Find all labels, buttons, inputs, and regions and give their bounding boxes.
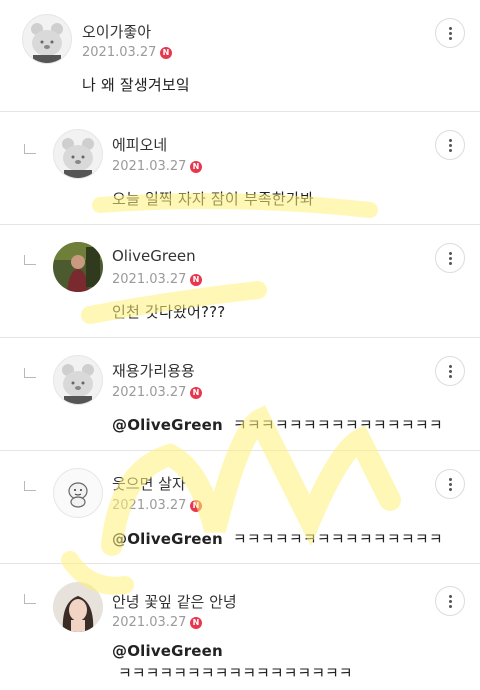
new-badge: N: [190, 500, 202, 512]
comment-date: 2021.03.27: [82, 45, 157, 60]
new-badge: N: [160, 47, 172, 59]
comment-text: @OliveGreen ㅋㅋㅋㅋㅋㅋㅋㅋㅋㅋㅋㅋㅋㅋㅋ: [112, 414, 443, 435]
reply-item: OliveGreen 2021.03.27 N 인천 갓다왔어???: [0, 225, 480, 338]
comment-date: 2021.03.27: [112, 159, 187, 174]
new-badge: N: [190, 617, 202, 629]
new-badge: N: [190, 387, 202, 399]
reply-item: 웃으면 살자 2021.03.27 N @OliveGreen ㅋㅋㅋㅋㅋㅋㅋㅋㅋ…: [0, 451, 480, 564]
mention-link[interactable]: @OliveGreen: [112, 416, 223, 434]
comment-message: ㅋㅋㅋㅋㅋㅋㅋㅋㅋㅋㅋㅋㅋㅋㅋㅋㅋ: [118, 664, 353, 682]
more-options-button[interactable]: [435, 356, 465, 386]
cartoon-avatar[interactable]: [53, 468, 103, 518]
reply-indicator-icon: [24, 481, 36, 491]
reply-indicator-icon: [24, 255, 36, 265]
more-options-button[interactable]: [435, 130, 465, 160]
comment-item: 오이가좋아 2021.03.27 N 나 왜 잘생겨보잌: [0, 0, 480, 112]
comment-date: 2021.03.27: [112, 615, 187, 630]
reply-item: 에피오네 2021.03.27 N 오늘 일찍 자자 잠이 부족한가봐: [0, 112, 480, 225]
mention-link[interactable]: @OliveGreen: [112, 530, 223, 548]
more-options-button[interactable]: [435, 586, 465, 616]
reply-indicator-icon: [24, 144, 36, 154]
comment-author[interactable]: OliveGreen: [112, 247, 196, 265]
comment-author[interactable]: 에피오네: [112, 134, 167, 155]
comment-date: 2021.03.27: [112, 385, 187, 400]
bear-avatar[interactable]: [53, 129, 103, 179]
comment-author[interactable]: 안녕 꽃잎 같은 안녕: [112, 591, 237, 612]
mention-link[interactable]: @OliveGreen: [112, 642, 223, 660]
comment-text: 오늘 일찍 자자 잠이 부족한가봐: [112, 190, 314, 208]
comment-author[interactable]: 웃으면 살자: [112, 473, 186, 494]
comment-message: ㅋㅋㅋㅋㅋㅋㅋㅋㅋㅋㅋㅋㅋㅋㅋ: [232, 416, 443, 434]
reply-item: 안녕 꽃잎 같은 안녕 2021.03.27 N @OliveGreen ㅋㅋㅋ…: [0, 564, 480, 690]
reply-indicator-icon: [24, 368, 36, 378]
photo-avatar[interactable]: [53, 242, 103, 292]
bear-avatar[interactable]: [22, 14, 72, 64]
bear-avatar[interactable]: [53, 355, 103, 405]
more-options-button[interactable]: [435, 243, 465, 273]
comment-date: 2021.03.27: [112, 272, 187, 287]
more-options-button[interactable]: [435, 469, 465, 499]
reply-indicator-icon: [24, 594, 36, 604]
new-badge: N: [190, 161, 202, 173]
portrait-avatar[interactable]: [53, 582, 103, 632]
comment-author[interactable]: 재용가리용용: [112, 360, 195, 381]
comment-text: @OliveGreen ㅋㅋㅋㅋㅋㅋㅋㅋㅋㅋㅋㅋㅋㅋㅋ: [112, 528, 443, 549]
comment-date: 2021.03.27: [112, 498, 187, 513]
new-badge: N: [190, 274, 202, 286]
comment-author[interactable]: 오이가좋아: [82, 21, 151, 42]
reply-item: 재용가리용용 2021.03.27 N @OliveGreen ㅋㅋㅋㅋㅋㅋㅋㅋㅋ…: [0, 338, 480, 451]
more-options-button[interactable]: [435, 18, 465, 48]
comment-message: ㅋㅋㅋㅋㅋㅋㅋㅋㅋㅋㅋㅋㅋㅋㅋ: [232, 530, 443, 548]
comment-text: 나 왜 잘생겨보잌: [82, 76, 190, 94]
comment-text: 인천 갓다왔어???: [112, 303, 226, 321]
